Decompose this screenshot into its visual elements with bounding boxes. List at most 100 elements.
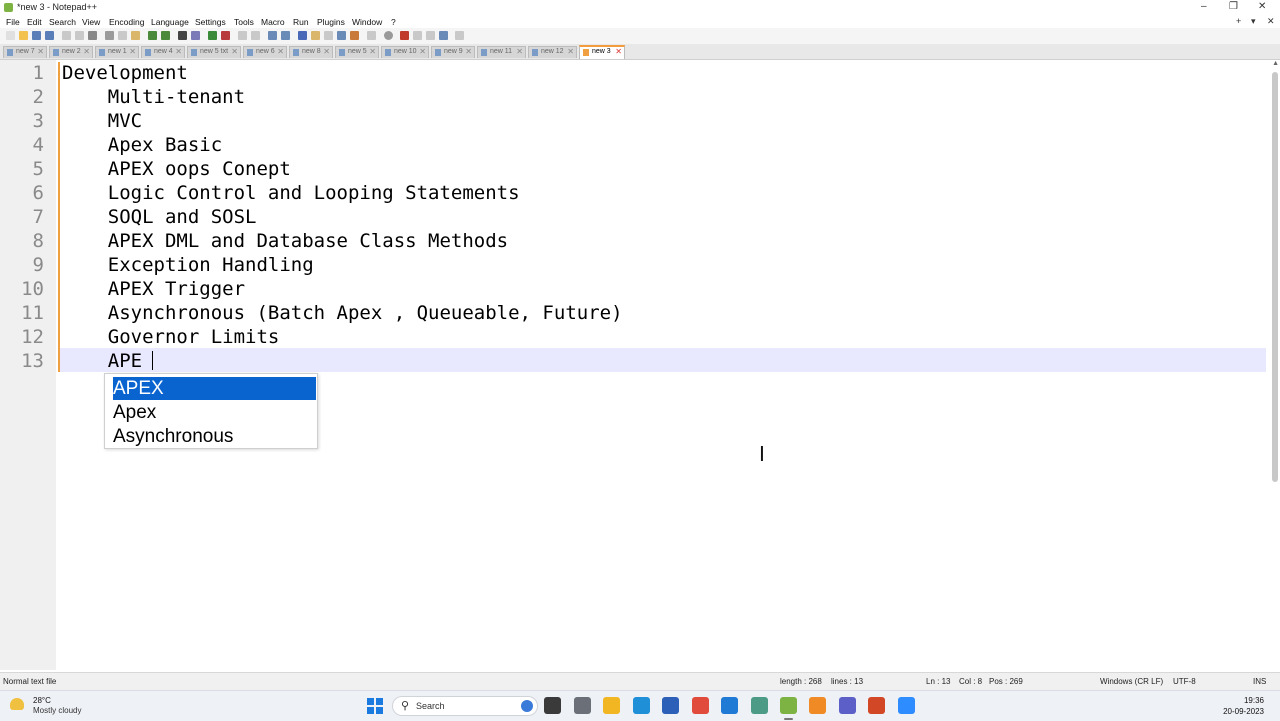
- teams-icon[interactable]: [839, 697, 856, 714]
- show-all-chars-icon[interactable]: [281, 31, 290, 40]
- tab-close-icon[interactable]: ✕: [567, 47, 574, 56]
- open-file-icon[interactable]: [19, 31, 28, 40]
- tab-close-icon[interactable]: ✕: [516, 47, 523, 56]
- word-wrap-icon[interactable]: [268, 31, 277, 40]
- tab-close-icon[interactable]: ✕: [277, 47, 284, 56]
- tab[interactable]: new 11 ✕: [477, 46, 526, 58]
- tab[interactable]: new 4 ✕: [141, 46, 185, 58]
- code-line[interactable]: Asynchronous (Batch Apex , Queueable, Fu…: [62, 302, 623, 324]
- autocomplete-item[interactable]: Apex: [113, 401, 316, 424]
- code-line[interactable]: Logic Control and Looping Statements: [62, 182, 520, 204]
- vertical-scrollbar[interactable]: [1272, 72, 1278, 482]
- code-line[interactable]: SOQL and SOSL: [62, 206, 257, 228]
- udl-icon[interactable]: [311, 31, 320, 40]
- notepadpp-icon[interactable]: [780, 697, 797, 720]
- tab[interactable]: new 6 ✕: [243, 46, 287, 58]
- weather-cloud-icon[interactable]: [10, 698, 24, 710]
- autocomplete-item[interactable]: Asynchronous: [113, 425, 316, 448]
- menu-plugins[interactable]: Plugins: [317, 17, 345, 27]
- paste-icon[interactable]: [131, 31, 140, 40]
- close-all-icon[interactable]: [75, 31, 84, 40]
- save-macro-icon[interactable]: [439, 31, 448, 40]
- scroll-up-arrow-icon[interactable]: ▲: [1272, 60, 1279, 67]
- tab-list-dropdown-icon[interactable]: ▾: [1251, 16, 1256, 27]
- code-line[interactable]: APEX oops Conept: [62, 158, 291, 180]
- windows-start-icon[interactable]: [367, 698, 383, 714]
- menu-settings[interactable]: Settings: [195, 17, 226, 27]
- vscode-icon[interactable]: [721, 697, 738, 714]
- code-line[interactable]: MVC: [62, 110, 142, 132]
- chat-icon[interactable]: [574, 697, 591, 714]
- tab-close-icon[interactable]: ✕: [83, 47, 90, 56]
- status-eol[interactable]: Windows (CR LF): [1100, 677, 1163, 686]
- zoom-icon[interactable]: [898, 697, 915, 714]
- weather-temperature[interactable]: 28°C: [33, 696, 51, 705]
- tab-close-icon[interactable]: ✕: [465, 47, 472, 56]
- tab-close-icon[interactable]: ✕: [419, 47, 426, 56]
- close-tab-x-icon[interactable]: ✕: [1267, 16, 1275, 27]
- zoom-out-icon[interactable]: [221, 31, 230, 40]
- menu-help[interactable]: ?: [391, 17, 396, 27]
- close-button[interactable]: ✕: [1258, 1, 1266, 12]
- menu-tools[interactable]: Tools: [234, 17, 254, 27]
- sync-horizontal-icon[interactable]: [251, 31, 260, 40]
- file-explorer-icon[interactable]: [603, 697, 620, 714]
- find-icon[interactable]: [178, 31, 187, 40]
- cut-icon[interactable]: [105, 31, 114, 40]
- menu-encoding[interactable]: Encoding: [109, 17, 144, 27]
- stop-record-icon[interactable]: [400, 31, 409, 40]
- code-line-current[interactable]: APE: [62, 350, 142, 372]
- clock-date[interactable]: 20-09-2023: [1223, 707, 1264, 716]
- menu-language[interactable]: Language: [151, 17, 189, 27]
- task-view-icon[interactable]: [544, 697, 561, 714]
- tab[interactable]: new 9 ✕: [431, 46, 475, 58]
- tab[interactable]: new 5 txt ✕: [187, 46, 241, 58]
- sync-vertical-icon[interactable]: [238, 31, 247, 40]
- menu-search[interactable]: Search: [49, 17, 76, 27]
- tab[interactable]: new 7 ✕: [3, 46, 47, 58]
- replace-icon[interactable]: [191, 31, 200, 40]
- sublime-icon[interactable]: [809, 697, 826, 714]
- autocomplete-item-selected[interactable]: APEX: [113, 377, 316, 400]
- folder-workspace-icon[interactable]: [350, 31, 359, 40]
- close-icon[interactable]: [62, 31, 71, 40]
- indent-guide-icon[interactable]: [298, 31, 307, 40]
- monitoring-icon[interactable]: [367, 31, 376, 40]
- tab[interactable]: new 5 ✕: [335, 46, 379, 58]
- minimize-button[interactable]: –: [1201, 1, 1207, 12]
- copy-icon[interactable]: [118, 31, 127, 40]
- playback-icon[interactable]: [413, 31, 422, 40]
- save-icon[interactable]: [32, 31, 41, 40]
- menu-view[interactable]: View: [82, 17, 100, 27]
- function-list-icon[interactable]: [337, 31, 346, 40]
- zoom-in-icon[interactable]: [208, 31, 217, 40]
- store-icon[interactable]: [662, 697, 679, 714]
- tab-close-icon[interactable]: ✕: [323, 47, 330, 56]
- clock-time[interactable]: 19:36: [1244, 696, 1264, 705]
- undo-icon[interactable]: [148, 31, 157, 40]
- code-line[interactable]: Development: [62, 62, 188, 84]
- toolbar-more-icon[interactable]: [455, 31, 464, 40]
- record-macro-icon[interactable]: [384, 31, 393, 40]
- tab-close-icon[interactable]: ✕: [37, 47, 44, 56]
- run-macro-multiple-icon[interactable]: [426, 31, 435, 40]
- redo-icon[interactable]: [161, 31, 170, 40]
- menu-edit[interactable]: Edit: [27, 17, 42, 27]
- code-line[interactable]: APEX DML and Database Class Methods: [62, 230, 508, 252]
- tab-close-icon[interactable]: ✕: [615, 47, 622, 56]
- tab-active[interactable]: new 3 ✕: [579, 45, 625, 59]
- restore-button[interactable]: ❐: [1229, 1, 1238, 12]
- tab[interactable]: new 8 ✕: [289, 46, 333, 58]
- powerpoint-icon[interactable]: [868, 697, 885, 714]
- menu-window[interactable]: Window: [352, 17, 382, 27]
- status-encoding[interactable]: UTF-8: [1173, 677, 1196, 686]
- new-tab-plus-icon[interactable]: +: [1236, 16, 1241, 26]
- print-icon[interactable]: [88, 31, 97, 40]
- code-line[interactable]: Multi-tenant: [62, 86, 245, 108]
- menu-file[interactable]: File: [6, 17, 20, 27]
- weather-description[interactable]: Mostly cloudy: [33, 706, 81, 715]
- menu-run[interactable]: Run: [293, 17, 309, 27]
- tab-close-icon[interactable]: ✕: [129, 47, 136, 56]
- tab-close-icon[interactable]: ✕: [175, 47, 182, 56]
- editor-area[interactable]: 1 2 3 4 5 6 7 8 9 10 11 12 13 Developmen…: [0, 60, 1280, 670]
